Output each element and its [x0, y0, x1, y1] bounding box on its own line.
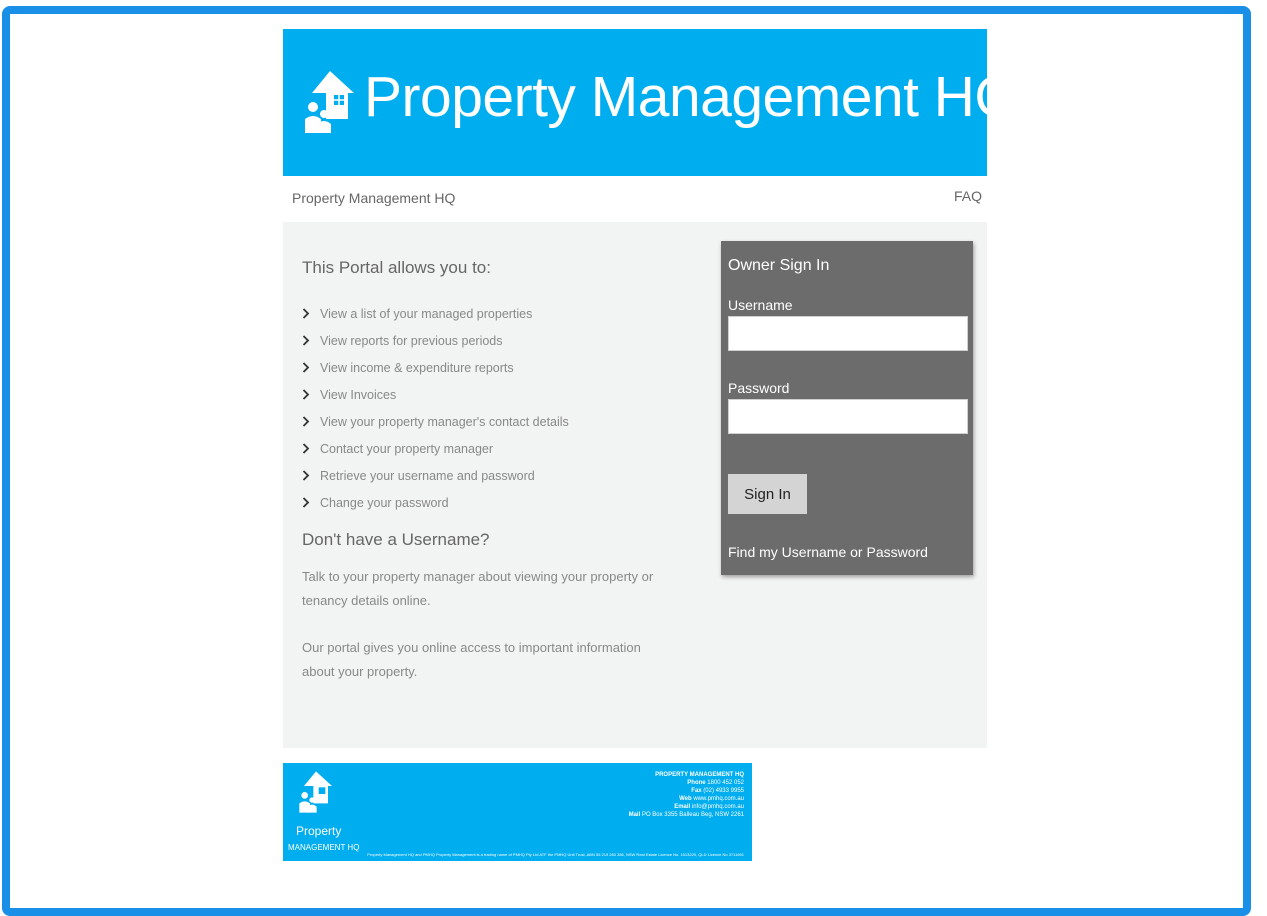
feature-text: View your property manager's contact det… — [320, 414, 569, 429]
mail-label: Mail — [628, 812, 641, 818]
email-label: Email — [674, 804, 691, 810]
footer-contact-details: PROPERTY MANAGEMENT HQ Phone 1800 452 05… — [629, 771, 744, 819]
footer-brand-name: Property — [296, 824, 342, 838]
feature-list-item: View a list of your managed properties — [302, 300, 569, 327]
feature-list-item: View reports for previous periods — [302, 327, 569, 354]
fax-value: (02) 4933 9955 — [703, 788, 744, 794]
footer-banner: Property MANAGEMENT HQ PROPERTY MANAGEME… — [283, 763, 752, 861]
feature-list-item: View income & expenditure reports — [302, 354, 569, 381]
feature-text: Change your password — [320, 495, 449, 510]
chevron-right-icon — [302, 354, 318, 381]
feature-text: View Invoices — [320, 387, 397, 402]
feature-list-item: Contact your property manager — [302, 435, 569, 462]
password-input[interactable] — [728, 399, 968, 434]
feature-list-item: Change your password — [302, 489, 569, 516]
feature-text: View reports for previous periods — [320, 333, 503, 348]
chevron-right-icon — [302, 408, 318, 435]
fax-label: Fax — [691, 788, 702, 794]
web-value: www.pmhq.com.au — [693, 796, 744, 802]
feature-text: View income & expenditure reports — [320, 360, 514, 375]
site-title: Property Management HQ — [364, 65, 1019, 129]
username-input[interactable] — [728, 316, 968, 351]
owner-sign-in-panel: Owner Sign In Username Password Sign In … — [721, 241, 973, 575]
feature-list-item: View Invoices — [302, 381, 569, 408]
feature-list-item: Retrieve your username and password — [302, 462, 569, 489]
footer-brand-subtitle: MANAGEMENT HQ — [288, 843, 360, 852]
password-label: Password — [728, 380, 790, 396]
phone-label: Phone — [687, 780, 706, 786]
feature-list-item: View your property manager's contact det… — [302, 408, 569, 435]
username-label: Username — [728, 297, 793, 313]
find-username-password-link[interactable]: Find my Username or Password — [728, 544, 928, 560]
portal-features-heading: This Portal allows you to: — [302, 258, 491, 277]
house-family-logo-icon — [299, 771, 332, 813]
top-nav: Property Management HQ FAQ — [283, 186, 987, 212]
email-value: info@pmhq.com.au — [691, 804, 744, 810]
house-family-logo-icon — [305, 71, 354, 133]
sign-in-title: Owner Sign In — [728, 257, 830, 274]
chevron-right-icon — [302, 300, 318, 327]
feature-text: View a list of your managed properties — [320, 306, 533, 321]
header-banner: Property Management HQ — [283, 29, 1019, 176]
phone-value: 1800 452 052 — [707, 780, 744, 786]
nav-home-link[interactable]: Property Management HQ — [292, 190, 455, 206]
footer-legal-text: Property Management HQ and PMHQ Property… — [367, 852, 744, 857]
chevron-right-icon — [302, 327, 318, 354]
feature-text: Retrieve your username and password — [320, 468, 535, 483]
chevron-right-icon — [302, 489, 318, 516]
sign-in-button[interactable]: Sign In — [728, 474, 807, 514]
web-label: Web — [679, 796, 692, 802]
nav-faq-link[interactable]: FAQ — [954, 188, 982, 204]
feature-list: View a list of your managed properties Vi… — [302, 300, 569, 516]
chevron-right-icon — [302, 435, 318, 462]
mail-value: PO Box 3355 Balleau Beg, NSW 2261 — [641, 812, 744, 818]
feature-text: Contact your property manager — [320, 441, 494, 456]
chevron-right-icon — [302, 462, 318, 489]
talk-to-manager-text: Talk to your property manager about view… — [302, 569, 654, 608]
chevron-right-icon — [302, 381, 318, 408]
portal-access-text: Our portal gives you online access to im… — [302, 640, 641, 679]
no-username-heading: Don't have a Username? — [302, 530, 490, 549]
footer-company: PROPERTY MANAGEMENT HQ — [655, 772, 744, 778]
